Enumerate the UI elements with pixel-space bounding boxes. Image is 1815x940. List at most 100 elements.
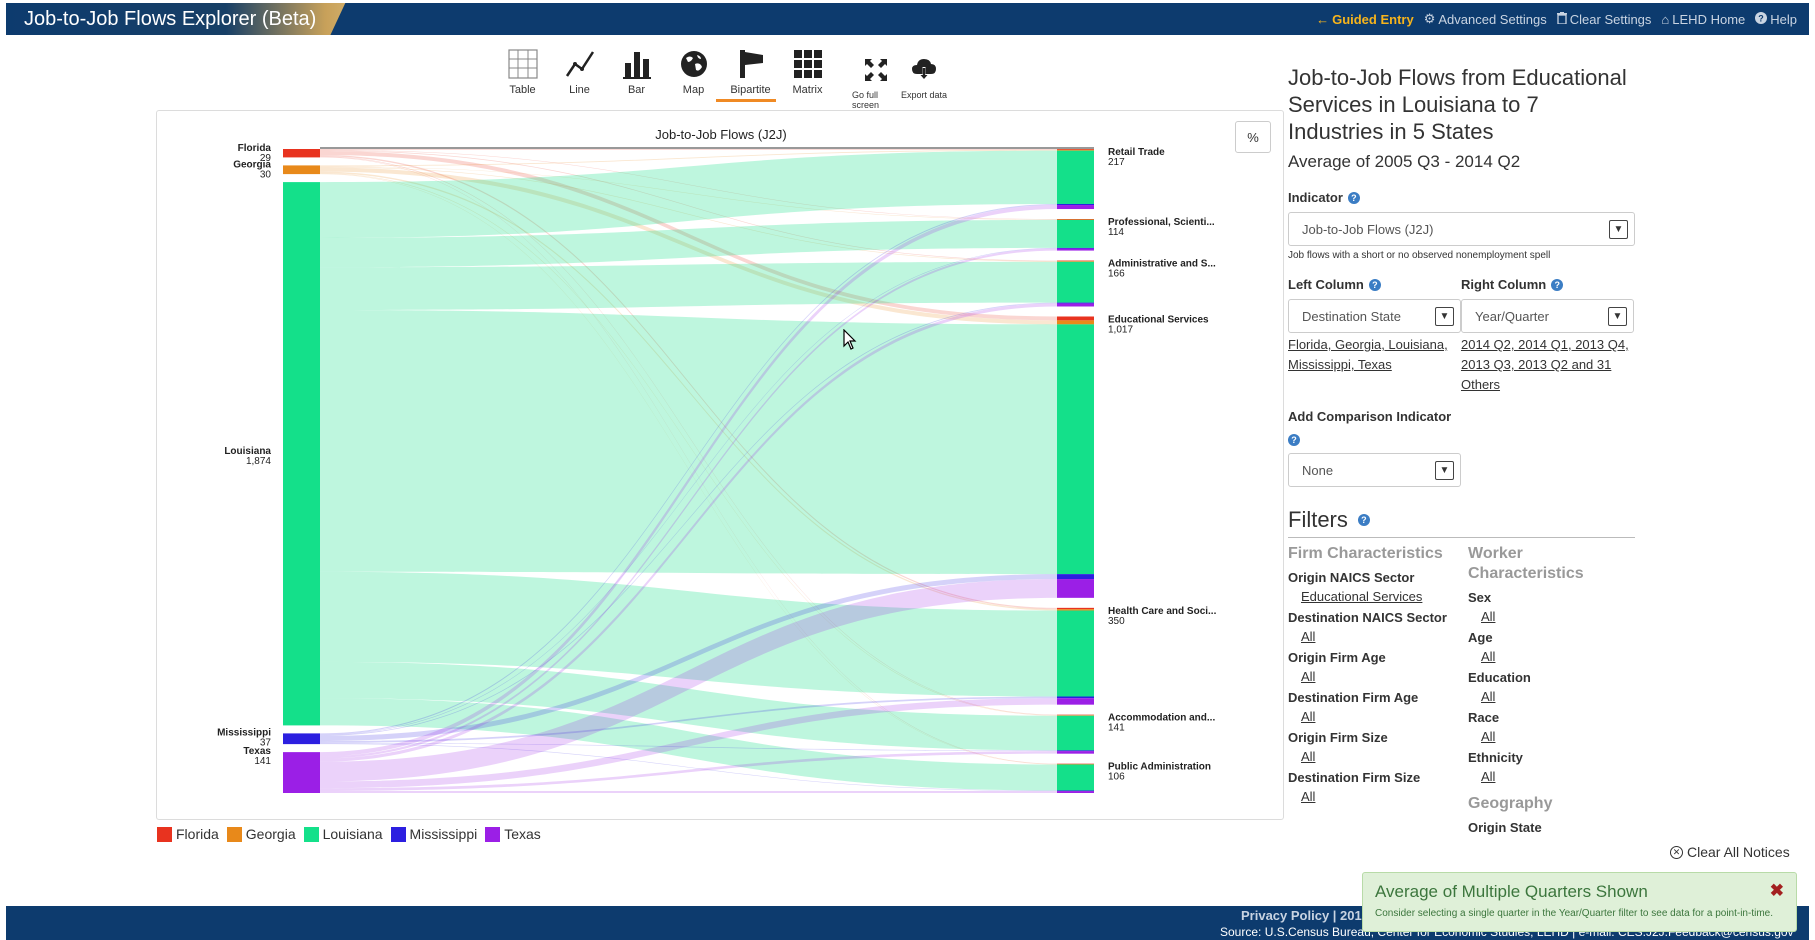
- flow-link: [320, 310, 1057, 575]
- filters-columns: Firm Characteristics Origin NAICS Sector…: [1288, 544, 1635, 835]
- footer-links[interactable]: Privacy Policy | 2010: [1241, 908, 1369, 923]
- right-node-segment: [1057, 751, 1094, 754]
- right-node-segment: [1057, 324, 1094, 575]
- view-line-button[interactable]: Line: [551, 48, 608, 104]
- line-chart-icon: [564, 48, 596, 80]
- right-column-values-link[interactable]: 2014 Q2, 2014 Q1, 2013 Q4, 2013 Q3, 2013…: [1461, 335, 1635, 395]
- view-matrix-button[interactable]: Matrix: [779, 48, 836, 104]
- bipartite-icon: [735, 48, 767, 80]
- right-node-value: 114: [1108, 227, 1124, 238]
- left-node-bar: [283, 149, 320, 158]
- left-column-select[interactable]: Destination State ▼: [1288, 299, 1461, 333]
- export-data-button[interactable]: Export data: [900, 54, 948, 110]
- left-column-values-link[interactable]: Florida, Georgia, Louisiana, Mississippi…: [1288, 335, 1461, 375]
- active-view-indicator: [716, 99, 776, 102]
- right-column-label-text: Right Column: [1461, 277, 1547, 292]
- legend-item[interactable]: Florida: [157, 826, 219, 842]
- left-node-value: 1,874: [246, 456, 271, 467]
- comparison-select-value: None: [1302, 462, 1334, 478]
- right-node-segment: [1057, 698, 1094, 705]
- help-link[interactable]: ? Help: [1755, 11, 1797, 27]
- left-node-value: 30: [260, 169, 272, 180]
- clear-all-notices-button[interactable]: ✕ Clear All Notices: [1670, 844, 1790, 860]
- legend-item[interactable]: Louisiana: [303, 826, 383, 842]
- worker-filter-label: Education: [1468, 670, 1531, 685]
- worker-filter-label: Age: [1468, 630, 1493, 645]
- indicator-select-value: Job-to-Job Flows (J2J): [1302, 221, 1434, 237]
- worker-filter-value-link[interactable]: All: [1481, 649, 1635, 664]
- legend-label: Georgia: [245, 826, 296, 842]
- legend-label: Florida: [176, 826, 219, 842]
- help-icon[interactable]: ?: [1347, 191, 1360, 204]
- view-bipartite-button[interactable]: Bipartite: [722, 48, 779, 104]
- legend-item[interactable]: Georgia: [226, 826, 296, 842]
- guided-entry-label: Guided Entry: [1332, 11, 1414, 27]
- arrow-left-icon: ←: [1316, 11, 1330, 27]
- notice-close-button[interactable]: ✖: [1770, 881, 1784, 901]
- worker-filter-value-link[interactable]: All: [1481, 689, 1635, 704]
- bipartite-chart: Florida29Georgia30Louisiana1,874Mississi…: [217, 143, 1217, 793]
- firm-filter-label: Destination Firm Size: [1288, 770, 1421, 785]
- app-title[interactable]: Job-to-Job Flows Explorer (Beta): [24, 8, 316, 31]
- advanced-settings-link[interactable]: ⚙ Advanced Settings: [1424, 11, 1547, 27]
- right-column-label: Right Column ?: [1461, 277, 1635, 292]
- firm-filter-value-link[interactable]: All: [1301, 709, 1468, 724]
- chart-panel: Florida 29 Georgia 30 Louisiana 1,874 Mississi…: [156, 110, 1284, 820]
- matrix-icon: [792, 48, 824, 80]
- right-column-select[interactable]: Year/Quarter ▼: [1461, 299, 1634, 333]
- flow-link: [320, 149, 1057, 150]
- chevron-down-icon: ▼: [1608, 306, 1627, 326]
- guided-entry-link[interactable]: ← Guided Entry: [1316, 12, 1414, 27]
- view-table-label: Table: [509, 84, 536, 96]
- view-map-button[interactable]: Map: [665, 48, 722, 104]
- worker-filter-value-link[interactable]: All: [1481, 729, 1635, 744]
- firm-filter-value-link[interactable]: All: [1301, 789, 1468, 804]
- firm-filter-value-link[interactable]: Educational Services: [1301, 589, 1468, 604]
- column-selectors: Left Column ? Destination State ▼ Florid…: [1288, 277, 1648, 395]
- help-icon[interactable]: ?: [1368, 278, 1381, 291]
- right-node-segment: [1057, 320, 1094, 325]
- left-column-group: Left Column ? Destination State ▼ Florid…: [1288, 277, 1461, 395]
- view-table-button[interactable]: Table: [494, 48, 551, 104]
- right-node-segment: [1057, 261, 1094, 303]
- right-node-segment: [1057, 203, 1094, 206]
- right-node-segment: [1057, 579, 1094, 598]
- view-bar-button[interactable]: Bar: [608, 48, 665, 104]
- worker-filter-label: Ethnicity: [1468, 750, 1523, 765]
- right-node-segment: [1057, 574, 1094, 580]
- view-line-label: Line: [569, 84, 590, 96]
- help-icon[interactable]: ?: [1357, 514, 1370, 526]
- firm-filter-label: Destination NAICS Sector: [1288, 610, 1447, 625]
- right-node-segment: [1057, 248, 1094, 251]
- right-node-segment: [1057, 149, 1094, 150]
- brand-banner: Job-to-Job Flows Explorer (Beta): [6, 3, 406, 35]
- help-icon[interactable]: ?: [1288, 434, 1300, 446]
- legend-item[interactable]: Texas: [485, 826, 541, 842]
- legend-item[interactable]: Mississippi: [390, 826, 477, 842]
- comparison-select[interactable]: None ▼: [1288, 453, 1461, 487]
- download-cloud-icon: [908, 54, 940, 86]
- legend-swatch: [157, 826, 172, 842]
- clear-settings-link[interactable]: Clear Settings: [1556, 11, 1652, 27]
- right-column-link-line: 2014 Q2, 2014 Q1, 2013 Q4,: [1461, 337, 1629, 352]
- indicator-note: Job flows with a short or no observed no…: [1288, 250, 1551, 261]
- firm-filter-label: Origin NAICS Sector: [1288, 570, 1415, 585]
- top-nav: ← Guided Entry ⚙ Advanced Settings Clear…: [1316, 3, 1797, 35]
- fullscreen-button[interactable]: Go full screen: [852, 54, 900, 110]
- lehd-home-link[interactable]: ⌂ LEHD Home: [1661, 12, 1745, 27]
- firm-filter-value-link[interactable]: All: [1301, 669, 1468, 684]
- view-toolbar: Table Line Bar Map Bipartite Matrix: [494, 48, 836, 104]
- worker-filter-value-link[interactable]: All: [1481, 769, 1635, 784]
- right-node-value: 1,017: [1108, 324, 1133, 335]
- indicator-select[interactable]: Job-to-Job Flows (J2J) ▼: [1288, 212, 1635, 246]
- firm-filter-value-link[interactable]: All: [1301, 629, 1468, 644]
- app-title-text: Job-to-Job Flows Explorer: [24, 8, 257, 30]
- right-node-segment: [1057, 715, 1094, 751]
- worker-filter-value-link[interactable]: All: [1481, 609, 1635, 624]
- percent-toggle-button[interactable]: %: [1235, 121, 1271, 153]
- firm-filter-list: Origin NAICS Sector Educational Services D…: [1288, 570, 1468, 804]
- firm-filter-value-link[interactable]: All: [1301, 749, 1468, 764]
- help-icon[interactable]: ?: [1551, 278, 1564, 291]
- clear-settings-label: Clear Settings: [1569, 11, 1652, 27]
- lehd-home-label: LEHD Home: [1672, 11, 1746, 27]
